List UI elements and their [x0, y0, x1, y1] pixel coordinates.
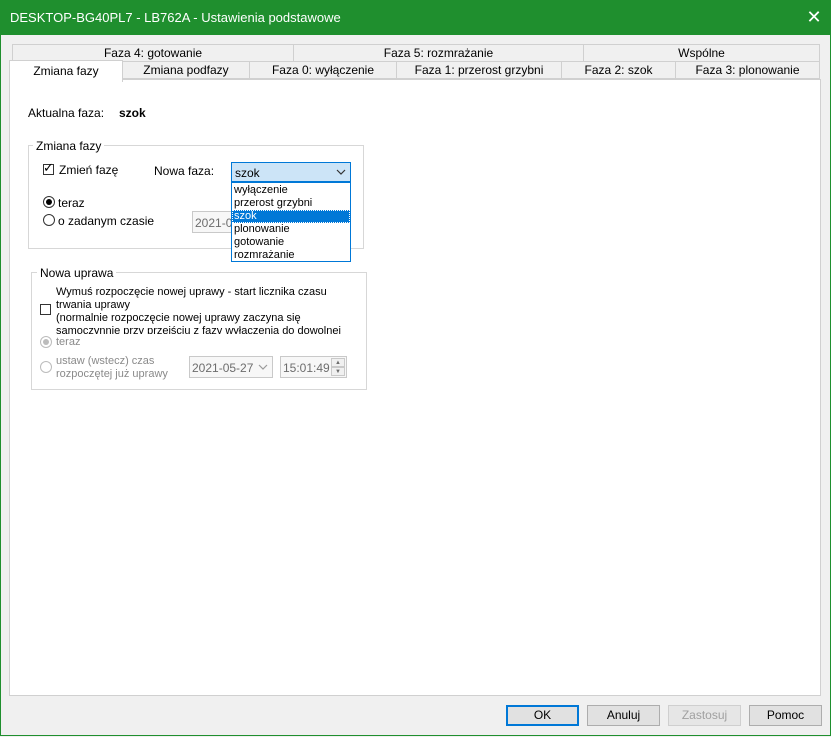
- option-wylaczenie[interactable]: wyłączenie: [232, 184, 350, 197]
- new-crop-date-field[interactable]: 2021-05-27: [189, 356, 273, 378]
- window-title: DESKTOP-BG40PL7 - LB762A - Ustawienia po…: [10, 10, 341, 25]
- tab-zmiana-fazy[interactable]: Zmiana fazy: [9, 60, 123, 82]
- new-crop-radio-now[interactable]: [40, 336, 52, 348]
- spin-up-icon[interactable]: ▲: [331, 358, 345, 367]
- change-phase-label: Zmień fazę: [59, 163, 119, 177]
- cancel-button[interactable]: Anuluj: [587, 705, 660, 726]
- current-phase-label: Aktualna faza:: [28, 106, 105, 120]
- radio-now-label: teraz: [58, 196, 85, 210]
- option-przerost-grzybni[interactable]: przerost grzybni: [232, 197, 350, 210]
- radio-scheduled[interactable]: [43, 214, 55, 226]
- help-button[interactable]: Pomoc: [749, 705, 822, 726]
- radio-scheduled-label: o zadanym czasie: [58, 214, 155, 228]
- chevron-down-icon: [258, 360, 268, 377]
- apply-button[interactable]: Zastosuj: [668, 705, 741, 726]
- scheduled-date-field[interactable]: 2021-05: [192, 211, 232, 233]
- tab-faza-1[interactable]: Faza 1: przerost grzybni: [396, 61, 562, 79]
- phase-change-legend: Zmiana fazy: [33, 139, 105, 153]
- title-bar: DESKTOP-BG40PL7 - LB762A - Ustawienia po…: [0, 0, 831, 35]
- spin-down-icon[interactable]: ▼: [331, 367, 345, 376]
- tab-zmiana-podfazy[interactable]: Zmiana podfazy: [122, 61, 250, 79]
- new-phase-select-value: szok: [235, 166, 260, 180]
- option-szok[interactable]: szok: [232, 210, 350, 223]
- new-crop-date-value: 2021-05-27: [192, 361, 254, 375]
- new-phase-select[interactable]: szok: [231, 162, 351, 182]
- chevron-down-icon: [336, 164, 346, 183]
- new-crop-radio-set-back-label: ustaw (wstecz) czas rozpoczętej już upra…: [56, 355, 168, 381]
- new-phase-label: Nowa faza:: [154, 164, 215, 178]
- force-new-crop-checkbox[interactable]: [40, 304, 51, 315]
- new-crop-time-field[interactable]: 15:01:49 ▲ ▼: [280, 356, 347, 378]
- tab-faza-0[interactable]: Faza 0: wyłączenie: [249, 61, 397, 79]
- option-rozmrazanie[interactable]: rozmrażanie: [232, 249, 350, 262]
- new-crop-time-value: 15:01:49: [283, 361, 330, 375]
- new-crop-radio-set-back[interactable]: [40, 361, 52, 373]
- set-back-line1: ustaw (wstecz) czas: [56, 355, 155, 367]
- option-gotowanie[interactable]: gotowanie: [232, 236, 350, 249]
- tab-wspolne[interactable]: Wspólne: [583, 44, 820, 62]
- tab-faza-2[interactable]: Faza 2: szok: [561, 61, 676, 79]
- new-crop-legend: Nowa uprawa: [37, 266, 117, 280]
- set-back-line2: rozpoczętej już uprawy: [56, 368, 168, 380]
- close-icon[interactable]: ✕: [800, 4, 828, 30]
- current-phase-value: szok: [119, 106, 146, 120]
- tab-faza-5[interactable]: Faza 5: rozmrażanie: [293, 44, 584, 62]
- tab-faza-3[interactable]: Faza 3: plonowanie: [675, 61, 820, 79]
- scheduled-date-value: 2021-05: [195, 216, 232, 230]
- option-plonowanie[interactable]: plonowanie: [232, 223, 350, 236]
- force-new-crop-line2: (normalnie rozpoczęcie nowej uprawy zacz…: [56, 312, 341, 334]
- new-phase-dropdown: wyłączenie przerost grzybni szok plonowa…: [231, 182, 351, 262]
- ok-button[interactable]: OK: [506, 705, 579, 726]
- force-new-crop-text: Wymuś rozpoczęcie nowej uprawy - start l…: [56, 286, 358, 334]
- force-new-crop-line1: Wymuś rozpoczęcie nowej uprawy - start l…: [56, 286, 327, 311]
- new-crop-radio-now-label: teraz: [56, 336, 81, 348]
- change-phase-checkbox[interactable]: [43, 160, 54, 176]
- radio-now[interactable]: [43, 196, 55, 208]
